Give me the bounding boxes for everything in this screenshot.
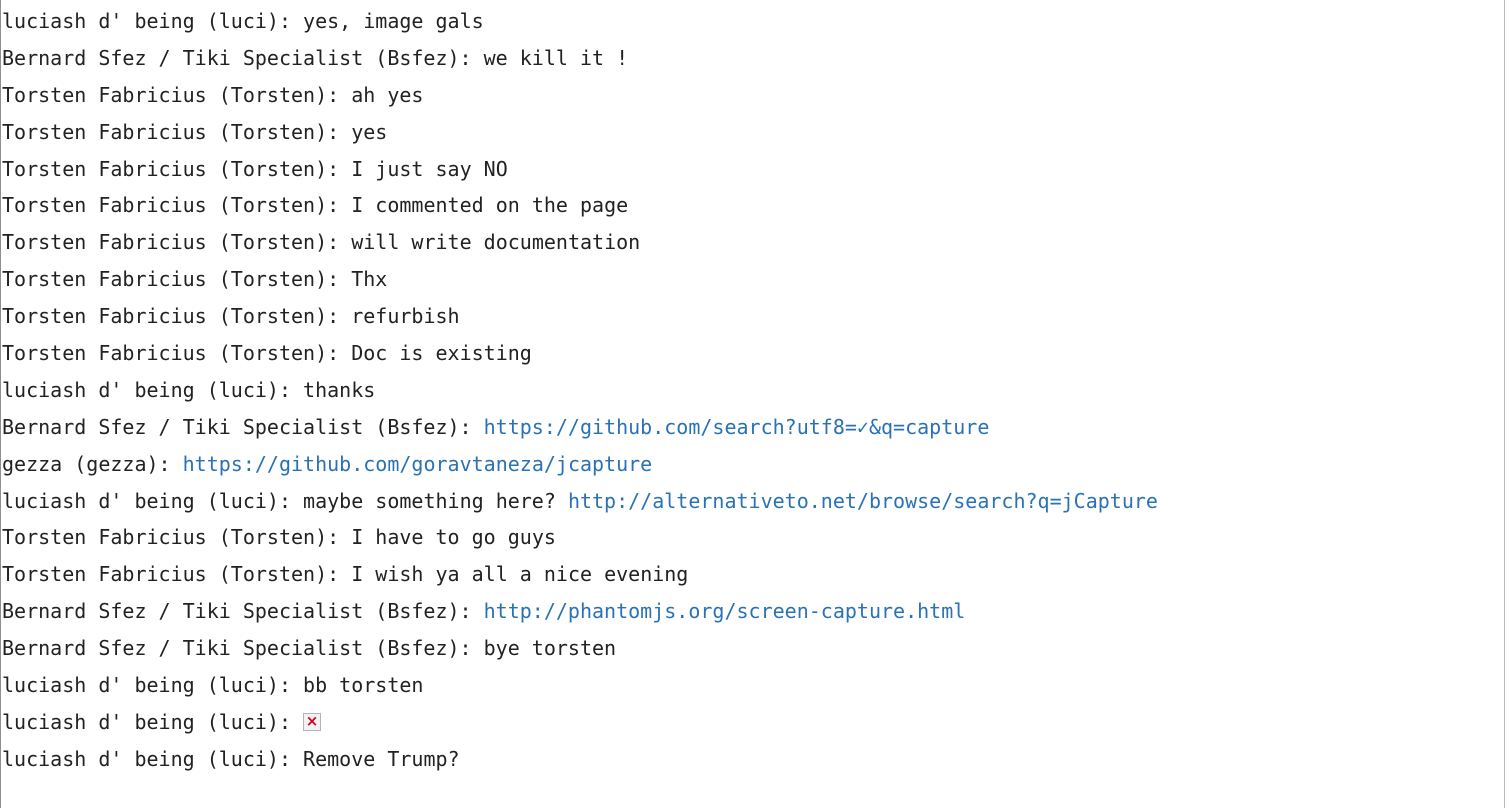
chat-message: Torsten Fabricius (Torsten): I wish ya a…: [1, 556, 1504, 593]
chat-message: Torsten Fabricius (Torsten): ah yes: [1, 77, 1504, 114]
chat-message: luciash d' being (luci):: [1, 704, 1504, 741]
message-author: Torsten Fabricius (Torsten):: [2, 82, 352, 107]
message-text: I have to go guys: [351, 525, 556, 550]
chat-message: luciash d' being (luci): yes, image gals: [1, 3, 1504, 40]
chat-log: luciash d' being (luci): yes, image gals…: [0, 0, 1505, 808]
chat-message: Torsten Fabricius (Torsten): I have to g…: [1, 519, 1504, 556]
message-author: Bernard Sfez / Tiki Specialist (Bsfez):: [2, 414, 484, 439]
chat-message: gezza (gezza): https://github.com/goravt…: [1, 446, 1504, 483]
message-author: Torsten Fabricius (Torsten):: [2, 156, 352, 181]
message-text: yes: [351, 119, 388, 144]
message-author: Bernard Sfez / Tiki Specialist (Bsfez):: [2, 636, 484, 661]
message-link[interactable]: http://phantomjs.org/screen-capture.html: [484, 599, 966, 623]
message-text: I commented on the page: [351, 193, 629, 218]
message-author: luciash d' being (luci):: [2, 709, 304, 734]
message-author: Torsten Fabricius (Torsten):: [2, 230, 352, 255]
message-text: Remove Trump?: [303, 746, 460, 771]
message-link[interactable]: http://alternativeto.net/browse/search?q…: [568, 489, 1158, 513]
chat-message: luciash d' being (luci): thanks: [1, 372, 1504, 409]
message-text: bye torsten: [483, 636, 617, 661]
message-text: will write documentation: [351, 230, 641, 255]
message-author: Bernard Sfez / Tiki Specialist (Bsfez):: [2, 45, 484, 70]
message-text: yes, image gals: [303, 9, 484, 33]
message-link[interactable]: https://github.com/search?utf8=✓&q=captu…: [484, 415, 990, 439]
chat-message: Bernard Sfez / Tiki Specialist (Bsfez): …: [1, 630, 1504, 667]
message-text: Doc is existing: [351, 341, 532, 366]
chat-message: Torsten Fabricius (Torsten): refurbish: [1, 298, 1504, 335]
chat-message: Torsten Fabricius (Torsten): will write …: [1, 224, 1504, 261]
message-text: maybe something here?: [303, 488, 568, 513]
chat-message: luciash d' being (luci): bb torsten: [1, 667, 1504, 704]
message-text: bb torsten: [303, 673, 424, 698]
chat-message: Torsten Fabricius (Torsten): yes: [1, 114, 1504, 151]
message-text: thanks: [303, 377, 376, 402]
message-author: luciash d' being (luci):: [2, 377, 304, 402]
message-link[interactable]: https://github.com/goravtaneza/jcapture: [183, 452, 653, 476]
chat-message: luciash d' being (luci): Remove Trump?: [1, 741, 1504, 778]
message-author: Torsten Fabricius (Torsten):: [2, 304, 352, 329]
message-author: Torsten Fabricius (Torsten):: [2, 193, 352, 218]
chat-message: Torsten Fabricius (Torsten): I just say …: [1, 151, 1504, 188]
message-author: luciash d' being (luci):: [2, 488, 304, 513]
message-author: Torsten Fabricius (Torsten):: [2, 119, 352, 144]
chat-message: luciash d' being (luci): maybe something…: [1, 483, 1504, 520]
message-text: Thx: [351, 267, 388, 292]
message-author: luciash d' being (luci):: [2, 673, 304, 698]
broken-image-icon: [303, 712, 322, 731]
message-text: I wish ya all a nice evening: [351, 562, 689, 587]
message-author: luciash d' being (luci):: [2, 746, 304, 771]
message-author: luciash d' being (luci):: [2, 9, 304, 33]
message-text: refurbish: [351, 304, 460, 329]
chat-message: Torsten Fabricius (Torsten): I commented…: [1, 187, 1504, 224]
message-text: we kill it !: [483, 45, 629, 70]
chat-message: Bernard Sfez / Tiki Specialist (Bsfez): …: [1, 40, 1504, 77]
message-author: Torsten Fabricius (Torsten):: [2, 525, 352, 550]
message-author: Torsten Fabricius (Torsten):: [2, 341, 352, 366]
message-author: Torsten Fabricius (Torsten):: [2, 562, 352, 587]
chat-message: Bernard Sfez / Tiki Specialist (Bsfez): …: [1, 409, 1504, 446]
chat-message: Bernard Sfez / Tiki Specialist (Bsfez): …: [1, 593, 1504, 630]
message-author: gezza (gezza):: [2, 451, 183, 476]
message-author: Torsten Fabricius (Torsten):: [2, 267, 352, 292]
chat-message: Torsten Fabricius (Torsten): Thx: [1, 261, 1504, 298]
message-author: Bernard Sfez / Tiki Specialist (Bsfez):: [2, 599, 484, 624]
message-text: I just say NO: [351, 156, 508, 181]
message-text: ah yes: [351, 82, 424, 107]
chat-message: Torsten Fabricius (Torsten): Doc is exis…: [1, 335, 1504, 372]
